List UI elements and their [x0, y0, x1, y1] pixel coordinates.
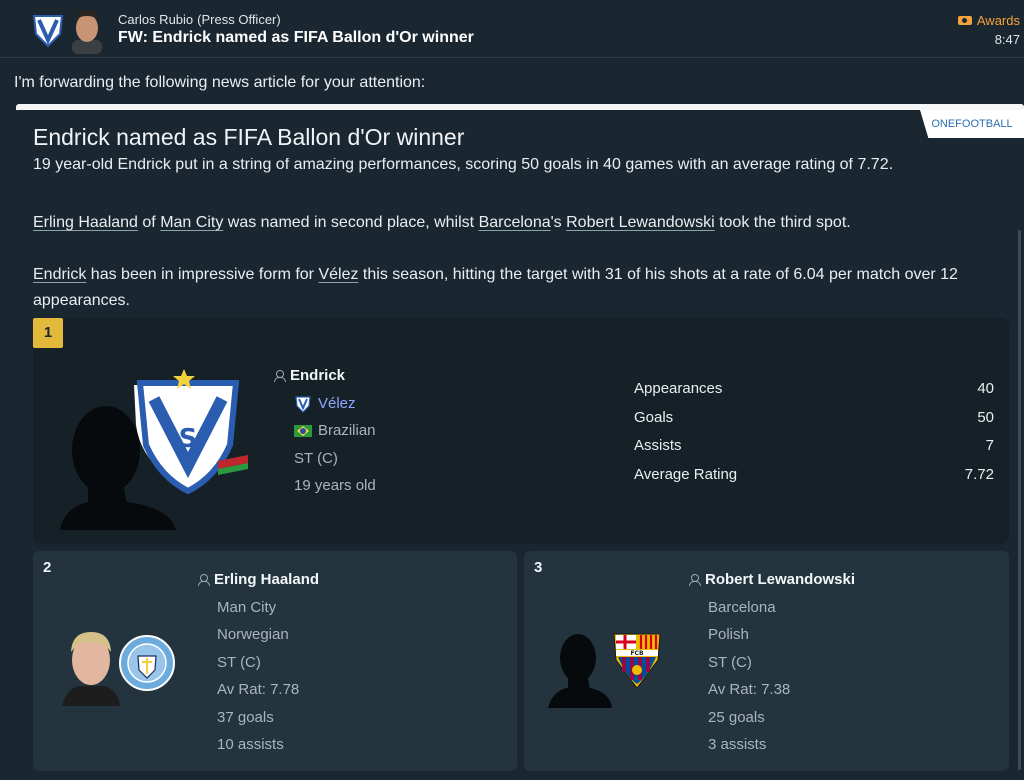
- svg-text:FCB: FCB: [630, 650, 644, 657]
- runner-nationality: Polish: [708, 626, 749, 643]
- message-subject: FW: Endrick named as FIFA Ballon d'Or wi…: [118, 29, 474, 46]
- stat-label: Appearances: [634, 380, 723, 397]
- message-header: Carlos Rubio (Press Officer) FW: Endrick …: [0, 0, 1024, 58]
- link-lewandowski[interactable]: Robert Lewandowski: [566, 214, 715, 231]
- runner-position: ST (C): [217, 653, 261, 671]
- link-endrick[interactable]: Endrick: [33, 266, 86, 283]
- velez-crest-icon: [32, 15, 64, 48]
- sender-avatar[interactable]: [66, 6, 108, 54]
- sender-role: (Press Officer): [197, 12, 281, 27]
- person-icon: [689, 574, 701, 587]
- link-haaland[interactable]: Erling Haaland: [33, 214, 138, 231]
- paragraph-1-text: 19 year-old Endrick put in a string of a…: [33, 158, 894, 173]
- winner-nationality: Brazilian: [318, 422, 376, 439]
- brazil-flag-icon: [294, 425, 312, 438]
- runner-name-row[interactable]: Robert Lewandowski: [689, 566, 855, 594]
- stat-row: Assists 7: [634, 432, 994, 461]
- player-face-haaland: [62, 632, 120, 706]
- velez-crest-icon: [295, 395, 311, 413]
- scrollbar[interactable]: [1018, 230, 1021, 770]
- runner-goals: 37 goals: [217, 708, 274, 726]
- runner-name-row[interactable]: Erling Haaland: [198, 566, 319, 594]
- stat-row: Goals 50: [634, 404, 994, 433]
- text-fragment: 's: [550, 214, 567, 231]
- runner-assists: 10 assists: [217, 736, 284, 753]
- winner-club-row[interactable]: Vélez: [274, 390, 376, 418]
- rank-number: 2: [43, 559, 52, 576]
- winner-age: 19 years old: [294, 477, 376, 494]
- runner-assists: 3 assists: [708, 736, 767, 753]
- winner-club[interactable]: Vélez: [318, 395, 356, 412]
- runner-rating: Av Rat: 7.78: [217, 681, 300, 698]
- winner-stats: Appearances 40 Goals 50 Assists 7 Averag…: [634, 375, 994, 489]
- runner-name[interactable]: Robert Lewandowski: [705, 566, 855, 594]
- category-text: Awards: [976, 13, 1020, 28]
- stat-row: Average Rating 7.72: [634, 461, 994, 490]
- barcelona-crest-icon: FCB: [613, 633, 661, 688]
- runner-up-info-2: Erling Haaland Man City Norwegian ST (C)…: [198, 566, 319, 759]
- text-fragment: took the third spot.: [714, 214, 851, 231]
- winner-name-row[interactable]: Endrick: [274, 362, 376, 390]
- stat-row: Appearances 40: [634, 375, 994, 404]
- player-silhouette-icon: [60, 406, 176, 530]
- stat-label: Average Rating: [634, 465, 738, 483]
- text-fragment: of: [137, 214, 161, 231]
- winner-name[interactable]: Endrick: [290, 362, 345, 390]
- link-man-city[interactable]: Man City: [160, 214, 223, 231]
- intro-text: I'm forwarding the following news articl…: [14, 74, 426, 91]
- text-fragment: was named in second place, whilst: [223, 214, 479, 231]
- rank-badge: 1: [33, 318, 63, 348]
- article-frame-top: [16, 104, 1024, 110]
- category-label[interactable]: Awards: [957, 13, 1020, 28]
- message-time: 8:47: [994, 32, 1020, 47]
- link-barcelona[interactable]: Barcelona: [479, 214, 551, 231]
- source-tag[interactable]: ONEFOOTBALL: [920, 110, 1024, 138]
- text-fragment: has been in impressive form for: [86, 266, 319, 283]
- article-paragraph-3: Endrick has been in impressive form for …: [33, 262, 1003, 314]
- svg-text:S: S: [179, 424, 198, 454]
- stat-value: 7: [985, 437, 994, 454]
- sender-name[interactable]: Carlos Rubio: [118, 12, 193, 27]
- article-paragraph-1: 19 year-old Endrick put in a string of a…: [33, 158, 1003, 180]
- award-icon: [957, 16, 972, 25]
- rank-number: 3: [534, 559, 543, 576]
- runner-up-info-3: Robert Lewandowski Barcelona Polish ST (…: [689, 566, 855, 759]
- stat-value: 50: [977, 408, 994, 426]
- person-icon: [198, 574, 210, 587]
- man-city-crest-icon: [119, 635, 175, 691]
- runner-club[interactable]: Barcelona: [689, 594, 855, 622]
- runner-position: ST (C): [708, 653, 752, 671]
- runner-club[interactable]: Man City: [198, 594, 319, 622]
- stat-label: Assists: [634, 437, 682, 454]
- winner-nation-row: Brazilian: [274, 417, 376, 445]
- runner-rating: Av Rat: 7.38: [708, 681, 791, 698]
- winner-info: Endrick Vélez Brazilian ST (C) 19 years …: [274, 362, 376, 500]
- stat-label: Goals: [634, 408, 674, 426]
- article-paragraph-2: Erling Haaland of Man City was named in …: [33, 210, 1003, 236]
- winner-position: ST (C): [294, 449, 338, 467]
- runner-nationality: Norwegian: [217, 626, 289, 643]
- runner-name[interactable]: Erling Haaland: [214, 566, 319, 594]
- person-icon: [274, 370, 286, 383]
- sender-line[interactable]: Carlos Rubio (Press Officer): [118, 12, 281, 27]
- link-velez[interactable]: Vélez: [318, 266, 358, 283]
- stat-value: 40: [977, 380, 994, 397]
- article-title: Endrick named as FIFA Ballon d'Or winner: [33, 124, 465, 150]
- player-silhouette-icon: [548, 634, 612, 708]
- stat-value: 7.72: [964, 465, 994, 483]
- runner-goals: 25 goals: [708, 708, 765, 726]
